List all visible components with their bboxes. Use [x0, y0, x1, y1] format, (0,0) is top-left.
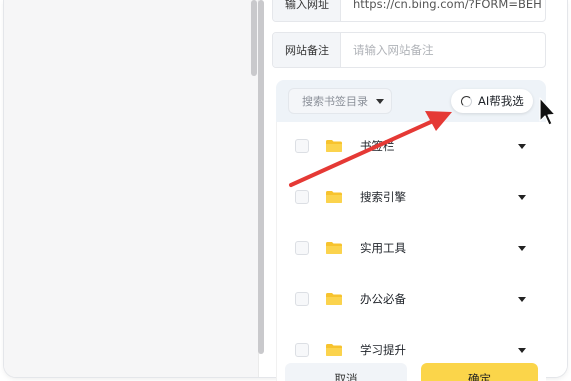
- folder-icon: [326, 344, 342, 356]
- remark-input[interactable]: 请输入网站备注: [341, 33, 545, 67]
- folder-checkbox[interactable]: [295, 292, 309, 306]
- confirm-button[interactable]: 确定: [421, 363, 538, 381]
- right-scrollbar-thumb[interactable]: [258, 0, 264, 354]
- remark-field-row: 网站备注 请输入网站备注: [272, 32, 546, 68]
- list-item[interactable]: 搜索引擎: [277, 177, 546, 217]
- directory-search-placeholder: 搜索书签目录: [302, 95, 368, 108]
- url-field-row: 输入网址 https://cn.bing.com/?FORM=BEH: [272, 0, 546, 22]
- chevron-down-icon[interactable]: [518, 194, 526, 200]
- left-scrollbar-thumb[interactable]: [251, 0, 257, 76]
- chevron-down-icon: [376, 98, 384, 104]
- folder-label: 搜索引擎: [360, 190, 406, 204]
- remark-field-label: 网站备注: [273, 33, 341, 67]
- url-input[interactable]: https://cn.bing.com/?FORM=BEH: [341, 0, 545, 21]
- folder-label: 书签栏: [360, 139, 395, 153]
- folder-label: 实用工具: [360, 241, 406, 255]
- url-field-label: 输入网址: [273, 0, 341, 21]
- folder-icon: [326, 140, 342, 152]
- directory-search-select[interactable]: 搜索书签目录: [288, 88, 392, 114]
- list-item[interactable]: 实用工具: [277, 228, 546, 268]
- chevron-down-icon[interactable]: [518, 143, 526, 149]
- confirm-button-label: 确定: [468, 372, 491, 381]
- folder-list: 书签栏 搜索引擎 实用工具 办公必备 学习提升: [276, 122, 546, 381]
- cancel-button[interactable]: 取消: [285, 363, 407, 381]
- chevron-down-icon[interactable]: [518, 347, 526, 353]
- left-scrollbar[interactable]: [250, 0, 258, 377]
- folder-checkbox[interactable]: [295, 241, 309, 255]
- folder-icon: [326, 293, 342, 305]
- folder-checkbox[interactable]: [295, 139, 309, 153]
- cancel-button-label: 取消: [334, 372, 358, 381]
- left-pane: [4, 0, 258, 377]
- chevron-down-icon[interactable]: [518, 296, 526, 302]
- chevron-down-icon[interactable]: [518, 245, 526, 251]
- spinner-icon: [461, 95, 472, 107]
- ai-select-button[interactable]: AI帮我选: [451, 89, 533, 113]
- right-scrollbar[interactable]: [258, 0, 264, 377]
- folder-icon: [326, 242, 342, 254]
- folder-label: 办公必备: [360, 292, 406, 306]
- folder-checkbox[interactable]: [295, 190, 309, 204]
- ai-select-button-label: AI帮我选: [478, 94, 524, 108]
- picker-header: 搜索书签目录 AI帮我选: [276, 80, 546, 122]
- folder-label: 学习提升: [360, 343, 406, 357]
- list-item[interactable]: 书签栏: [277, 126, 546, 166]
- list-item[interactable]: 办公必备: [277, 279, 546, 319]
- folder-icon: [326, 191, 342, 203]
- folder-checkbox[interactable]: [295, 343, 309, 357]
